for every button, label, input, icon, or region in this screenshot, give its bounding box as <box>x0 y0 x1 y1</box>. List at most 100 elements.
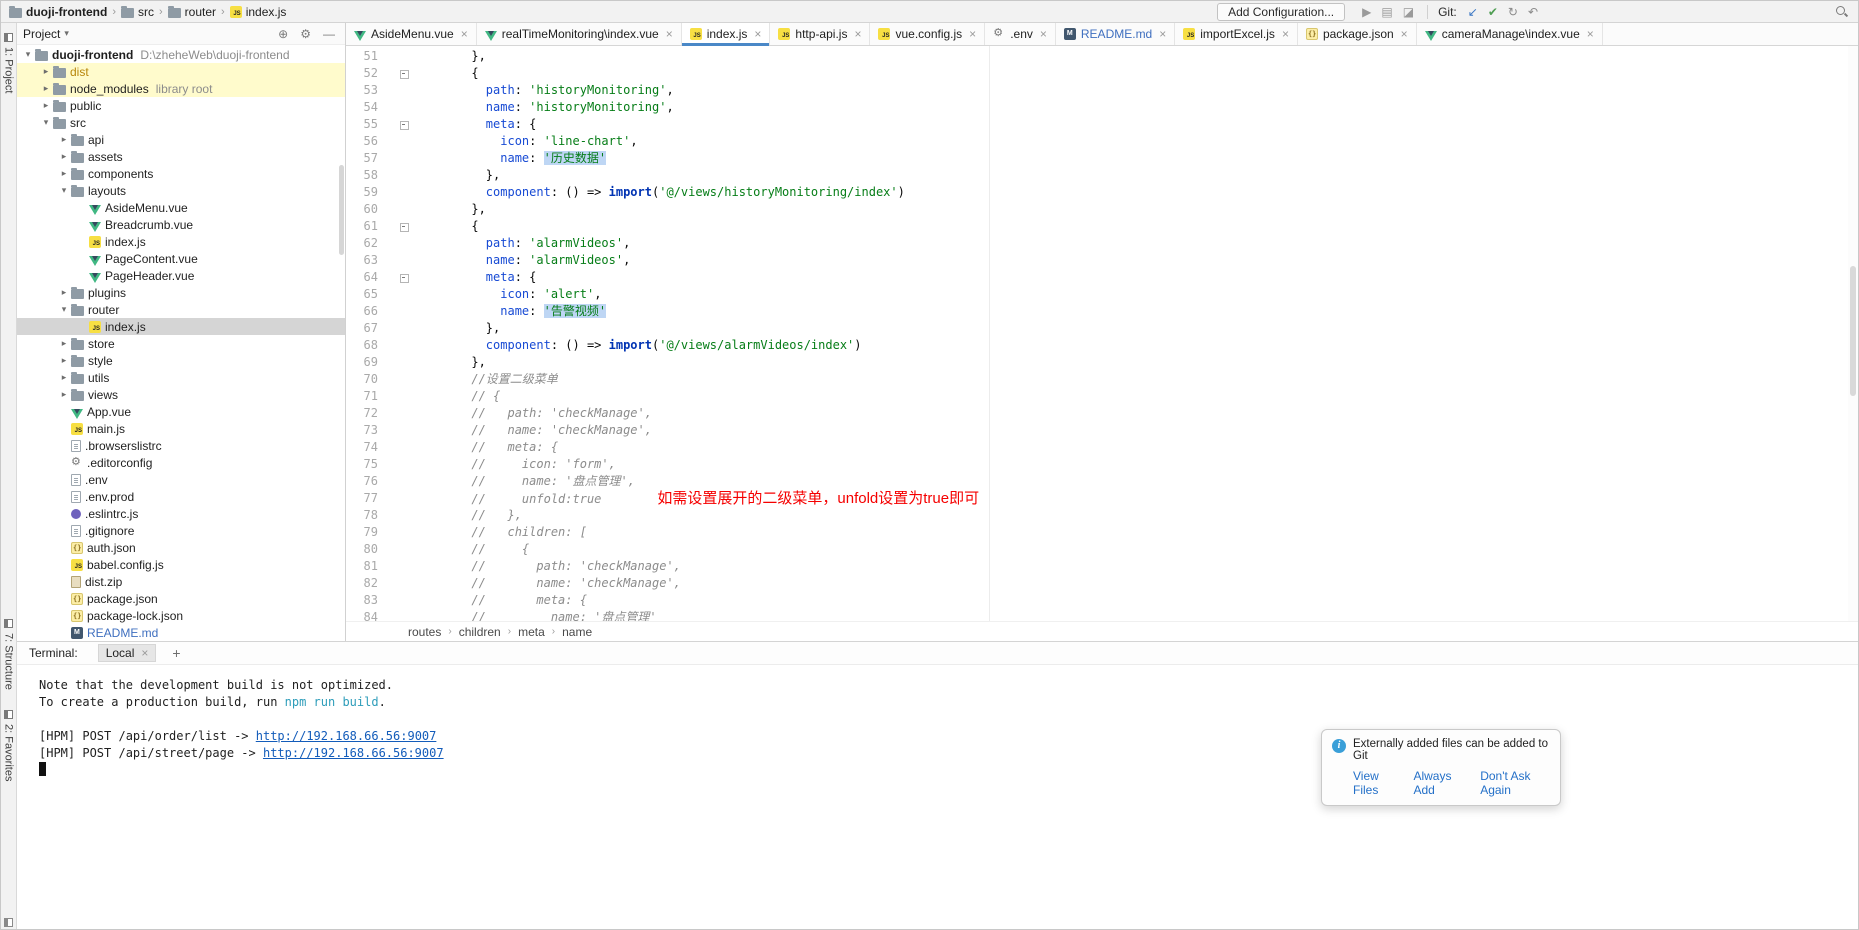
tree-item[interactable]: ▸views <box>17 386 345 403</box>
tree-item[interactable]: ▸plugins <box>17 284 345 301</box>
close-icon[interactable]: × <box>1587 28 1594 40</box>
line-number[interactable]: 58 <box>346 167 378 184</box>
code-text[interactable]: // meta: { <box>428 592 587 609</box>
chevron-down-icon[interactable]: ▾ <box>21 49 35 60</box>
editor-tab[interactable]: realTimeMonitoring\index.vue× <box>477 23 682 45</box>
close-icon[interactable]: × <box>969 28 976 40</box>
tree-item[interactable]: .browserslistrc <box>17 437 345 454</box>
code-text[interactable]: // path: 'checkManage', <box>428 405 652 422</box>
add-configuration-button[interactable]: Add Configuration... <box>1217 3 1345 21</box>
editor-tab[interactable]: package.json× <box>1298 23 1417 45</box>
line-number[interactable]: 68 <box>346 337 378 354</box>
line-number[interactable]: 71 <box>346 388 378 405</box>
code-text[interactable]: component: () => import('@/views/history… <box>428 184 905 201</box>
chevron-down-icon[interactable]: ▾ <box>57 304 71 315</box>
line-number[interactable]: 66 <box>346 303 378 320</box>
line-number[interactable]: 77 <box>346 490 378 507</box>
close-icon[interactable]: × <box>1159 28 1166 40</box>
build-icon[interactable]: ▤ <box>1376 2 1397 22</box>
breadcrumb-item[interactable]: duoji-frontend <box>7 5 109 19</box>
code-text[interactable]: // unfold:true如需设置展开的二级菜单，unfold设置为true即… <box>428 490 979 507</box>
line-number[interactable]: 79 <box>346 524 378 541</box>
tree-item[interactable]: .gitignore <box>17 522 345 539</box>
line-number[interactable]: 84 <box>346 609 378 621</box>
tree-item[interactable]: package.json <box>17 590 345 607</box>
line-number[interactable]: 60 <box>346 201 378 218</box>
fold-marker[interactable] <box>378 116 428 133</box>
update-project-icon[interactable]: ↙ <box>1463 2 1483 22</box>
code-text[interactable]: // path: 'checkManage', <box>428 558 681 575</box>
editor-code[interactable]: 51 },52 {53 path: 'historyMonitoring',54… <box>346 46 1858 621</box>
commit-icon[interactable]: ✔ <box>1483 2 1503 22</box>
close-icon[interactable]: × <box>1040 28 1047 40</box>
editor-tab[interactable]: AsideMenu.vue× <box>346 23 477 45</box>
breadcrumb-item[interactable]: index.js <box>228 5 289 19</box>
locate-file-icon[interactable]: ⊕ <box>274 27 292 41</box>
tree-item[interactable]: .env.prod <box>17 488 345 505</box>
line-number[interactable]: 80 <box>346 541 378 558</box>
profiler-icon[interactable]: ◪ <box>1398 2 1419 22</box>
tree-item[interactable]: .env <box>17 471 345 488</box>
code-text[interactable]: // name: 'checkManage', <box>428 422 652 439</box>
editor-tab[interactable]: http-api.js× <box>770 23 870 45</box>
code-text[interactable]: component: () => import('@/views/alarmVi… <box>428 337 862 354</box>
gear-icon[interactable]: ⚙ <box>296 27 315 41</box>
line-number[interactable]: 73 <box>346 422 378 439</box>
line-number[interactable]: 62 <box>346 235 378 252</box>
code-text[interactable]: }, <box>428 354 486 371</box>
line-number[interactable]: 52 <box>346 65 378 82</box>
editor-tab[interactable]: index.js× <box>682 23 771 45</box>
search-icon[interactable] <box>1835 5 1848 18</box>
notification-action[interactable]: View Files <box>1353 769 1398 797</box>
close-icon[interactable]: × <box>854 28 861 40</box>
editor-tab[interactable]: .env× <box>985 23 1056 45</box>
line-number[interactable]: 63 <box>346 252 378 269</box>
editor-tab[interactable]: importExcel.js× <box>1175 23 1298 45</box>
tree-item[interactable]: App.vue <box>17 403 345 420</box>
line-number[interactable]: 57 <box>346 150 378 167</box>
code-text[interactable]: // name: '盘点管理', <box>428 473 635 490</box>
line-number[interactable]: 74 <box>346 439 378 456</box>
fold-marker[interactable] <box>378 218 428 235</box>
tree-item[interactable]: package-lock.json <box>17 607 345 624</box>
line-number[interactable]: 54 <box>346 99 378 116</box>
tree-item[interactable]: ▸api <box>17 131 345 148</box>
toolwindow-toggle-icon[interactable] <box>4 918 13 927</box>
tree-item[interactable]: ▾layouts <box>17 182 345 199</box>
editor-breadcrumb-item[interactable]: children <box>459 625 501 639</box>
code-text[interactable]: path: 'historyMonitoring', <box>428 82 674 99</box>
tree-item[interactable]: ▸components <box>17 165 345 182</box>
tree-item[interactable]: dist.zip <box>17 573 345 590</box>
editor-breadcrumb-item[interactable]: routes <box>408 625 441 639</box>
tree-item[interactable]: babel.config.js <box>17 556 345 573</box>
tree-item[interactable]: PageContent.vue <box>17 250 345 267</box>
tree-item[interactable]: ▸store <box>17 335 345 352</box>
line-number[interactable]: 83 <box>346 592 378 609</box>
code-text[interactable]: name: '告警视频' <box>428 303 606 320</box>
tree-item[interactable]: index.js <box>17 318 345 335</box>
tree-item[interactable]: ▸utils <box>17 369 345 386</box>
code-text[interactable]: // meta: { <box>428 439 558 456</box>
toolwindow-button-1-project[interactable]: 1: Project <box>3 33 15 93</box>
fold-marker[interactable] <box>378 269 428 286</box>
line-number[interactable]: 69 <box>346 354 378 371</box>
line-number[interactable]: 76 <box>346 473 378 490</box>
code-text[interactable]: meta: { <box>428 269 536 286</box>
tree-item[interactable]: ▸public <box>17 97 345 114</box>
project-panel-title[interactable]: Project <box>23 27 60 41</box>
rollback-icon[interactable]: ↶ <box>1523 2 1543 22</box>
editor-breadcrumb-item[interactable]: name <box>562 625 592 639</box>
line-number[interactable]: 75 <box>346 456 378 473</box>
tree-item[interactable]: Breadcrumb.vue <box>17 216 345 233</box>
code-text[interactable]: // }, <box>428 507 522 524</box>
terminal-output[interactable]: Note that the development build is not o… <box>17 665 1858 930</box>
breadcrumb-item[interactable]: src <box>119 5 156 19</box>
line-number[interactable]: 70 <box>346 371 378 388</box>
tree-item[interactable]: README.md <box>17 624 345 641</box>
terminal-tab[interactable]: Local× <box>98 644 157 662</box>
history-icon[interactable]: ↻ <box>1503 2 1523 22</box>
close-icon[interactable]: × <box>1282 28 1289 40</box>
line-number[interactable]: 81 <box>346 558 378 575</box>
chevron-right-icon[interactable]: ▸ <box>57 168 71 179</box>
toolwindow-button-2-favorites[interactable]: 2: Favorites <box>3 710 15 781</box>
